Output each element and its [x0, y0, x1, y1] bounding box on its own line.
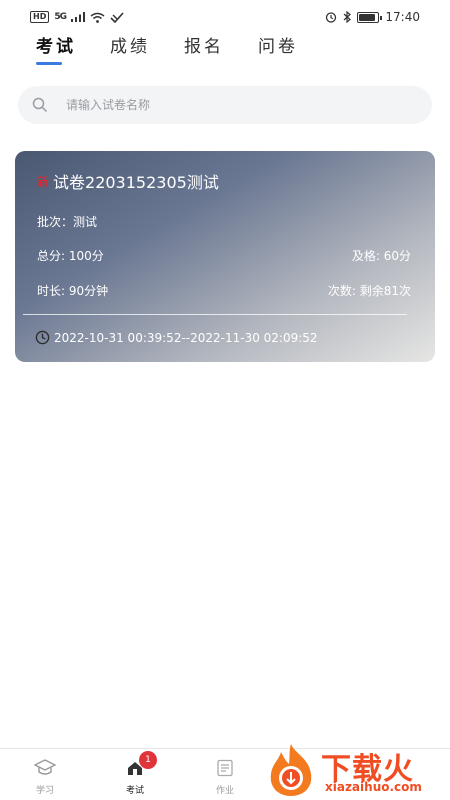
top-tabs: 考试 成绩 报名 问卷	[36, 34, 298, 68]
search-icon	[32, 97, 48, 113]
nav-homework-label: 作业	[215, 786, 234, 796]
clock-icon	[35, 330, 50, 345]
graduation-cap-icon	[33, 757, 57, 779]
watermark-url: xiazaihuo.com	[325, 780, 422, 794]
duration: 时长: 90分钟	[37, 284, 109, 298]
exam-badge: 1	[139, 751, 157, 769]
alarm-icon	[326, 12, 337, 23]
score-row: 总分: 100分 及格: 60分	[37, 247, 411, 264]
nav-homework[interactable]: 作业	[205, 757, 245, 796]
search-bar[interactable]	[18, 86, 432, 124]
exam-title: 试卷2203152305测试	[53, 173, 219, 192]
active-tab-indicator	[36, 62, 62, 65]
clock: 17:40	[385, 10, 420, 24]
batch-text: 批次：测试	[37, 215, 98, 229]
status-right: 17:40	[325, 10, 420, 24]
watermark: 下载火 xiazaihuo.com	[265, 740, 450, 800]
tab-registration[interactable]: 报名	[184, 34, 224, 60]
nav-study-label: 学习	[35, 786, 54, 796]
time-range: 2022-10-31 00:39:52--2022-11-30 02:09:52	[54, 330, 318, 345]
tab-exam[interactable]: 考试	[36, 34, 76, 65]
nfc-icon	[110, 11, 124, 23]
signal-label: 5G	[54, 12, 67, 22]
search-input[interactable]	[66, 98, 396, 112]
status-left: HD 5G	[30, 11, 124, 23]
wifi-icon	[90, 12, 105, 23]
exam-card[interactable]: 新 试卷2203152305测试 批次：测试 总分: 100分 及格: 60分 …	[15, 151, 435, 362]
battery-level	[359, 13, 375, 21]
time-range-row: 2022-10-31 00:39:52--2022-11-30 02:09:52	[35, 330, 318, 345]
flame-logo-icon	[270, 744, 312, 796]
nav-exam[interactable]: 1 考试	[115, 751, 157, 796]
hd-indicator: HD	[30, 11, 50, 23]
exam-icon: 1	[123, 751, 157, 779]
status-bar: HD 5G 17:40	[0, 0, 450, 34]
duration-row: 时长: 90分钟 次数: 剩余81次	[37, 282, 411, 299]
total-score: 总分: 100分	[37, 249, 104, 263]
card-divider	[23, 314, 407, 315]
tab-questionnaire[interactable]: 问卷	[258, 34, 298, 60]
exam-card-title: 新 试卷2203152305测试	[37, 169, 219, 193]
pass-score: 及格: 60分	[351, 249, 411, 263]
tab-scores[interactable]: 成绩	[110, 34, 150, 60]
battery-icon	[357, 11, 383, 23]
cellular-signal-icon	[71, 12, 85, 22]
new-tag: 新	[37, 174, 50, 189]
bluetooth-icon	[344, 11, 352, 23]
batch-row: 批次：测试	[37, 213, 411, 230]
nav-exam-label: 考试	[125, 786, 144, 796]
nav-study[interactable]: 学习	[25, 757, 65, 796]
homework-icon	[213, 757, 237, 779]
attempts: 次数: 剩余81次	[327, 284, 411, 298]
